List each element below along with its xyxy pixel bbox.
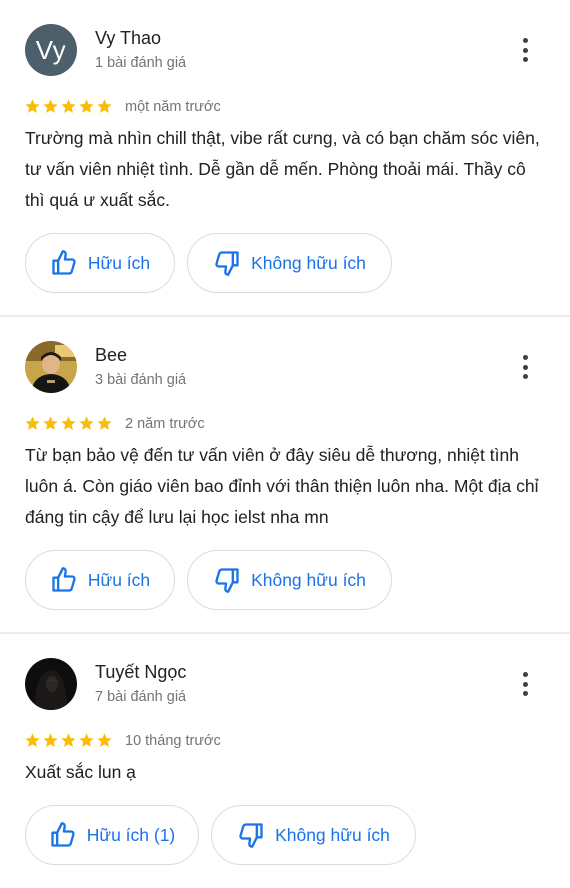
star-icon — [25, 99, 40, 113]
helpful-label: Hữu ích — [87, 252, 151, 273]
review-text: Từ bạn bảo vệ đến tư vấn viên ở đây siêu… — [25, 445, 539, 527]
review-time: 2 năm trước — [125, 416, 205, 432]
thumb-up-icon — [52, 250, 76, 275]
avatar[interactable] — [25, 658, 77, 710]
star-icon — [25, 416, 40, 430]
review-text: Trường mà nhìn chill thật, vibe rất cưng… — [25, 128, 540, 210]
star-icon — [79, 733, 94, 747]
thumb-down-icon — [239, 823, 263, 848]
thumb-down-icon — [215, 568, 239, 593]
star-icon — [79, 416, 94, 430]
star-icon — [43, 733, 58, 747]
star-icon — [97, 416, 112, 430]
review-count: 7 bài đánh giá — [95, 689, 187, 705]
star-icon — [25, 733, 40, 747]
star-icon — [61, 416, 76, 430]
more-vert-icon — [522, 38, 528, 43]
star-rating — [24, 732, 113, 752]
not-helpful-button[interactable]: Không hữu ích — [211, 805, 416, 865]
star-icon — [97, 733, 112, 747]
more-options-button[interactable] — [514, 669, 536, 699]
review-time: một năm trước — [125, 99, 221, 115]
star-icon — [43, 99, 58, 113]
helpful-label: Hữu ích (1) — [86, 824, 176, 845]
review-card: Tuyết Ngọc 7 bài đánh giá 10 tháng trước… — [0, 634, 570, 888]
star-icon — [43, 416, 58, 430]
more-vert-icon — [522, 355, 528, 360]
helpful-button[interactable]: Hữu ích — [25, 550, 175, 610]
not-helpful-button[interactable]: Không hữu ích — [187, 550, 392, 610]
review-time: 10 tháng trước — [125, 733, 221, 749]
thumb-up-icon — [51, 822, 75, 847]
avatar-photo — [25, 658, 77, 710]
more-options-button[interactable] — [514, 352, 536, 382]
reviewer-name[interactable]: Bee — [95, 345, 127, 366]
star-icon — [79, 99, 94, 113]
not-helpful-label: Không hữu ích — [251, 252, 366, 273]
review-card: Bee 3 bài đánh giá 2 năm trước Từ bạn bả… — [0, 317, 570, 633]
star-icon — [97, 99, 112, 113]
avatar[interactable] — [25, 341, 77, 393]
star-icon — [61, 733, 76, 747]
avatar[interactable]: Vy — [25, 24, 77, 76]
thumb-up-icon — [52, 567, 76, 592]
thumb-down-icon — [215, 251, 239, 276]
review-text: Xuất sắc lun ạ — [25, 762, 136, 782]
review-count: 3 bài đánh giá — [95, 372, 187, 388]
reviewer-name[interactable]: Tuyết Ngọc — [95, 662, 186, 683]
more-vert-icon — [522, 672, 528, 677]
helpful-button[interactable]: Hữu ích — [25, 233, 175, 293]
star-rating — [24, 415, 113, 435]
avatar-photo — [25, 341, 77, 393]
reviewer-name[interactable]: Vy Thao — [95, 28, 161, 49]
not-helpful-label: Không hữu ích — [275, 824, 390, 845]
review-card: Vy Vy Thao 1 bài đánh giá một năm trước … — [0, 0, 570, 316]
not-helpful-button[interactable]: Không hữu ích — [187, 233, 392, 293]
more-options-button[interactable] — [514, 35, 536, 65]
not-helpful-label: Không hữu ích — [251, 569, 366, 590]
star-rating — [24, 98, 113, 118]
star-icon — [61, 99, 76, 113]
helpful-button[interactable]: Hữu ích (1) — [25, 805, 199, 865]
review-count: 1 bài đánh giá — [95, 55, 187, 71]
helpful-label: Hữu ích — [87, 569, 151, 590]
